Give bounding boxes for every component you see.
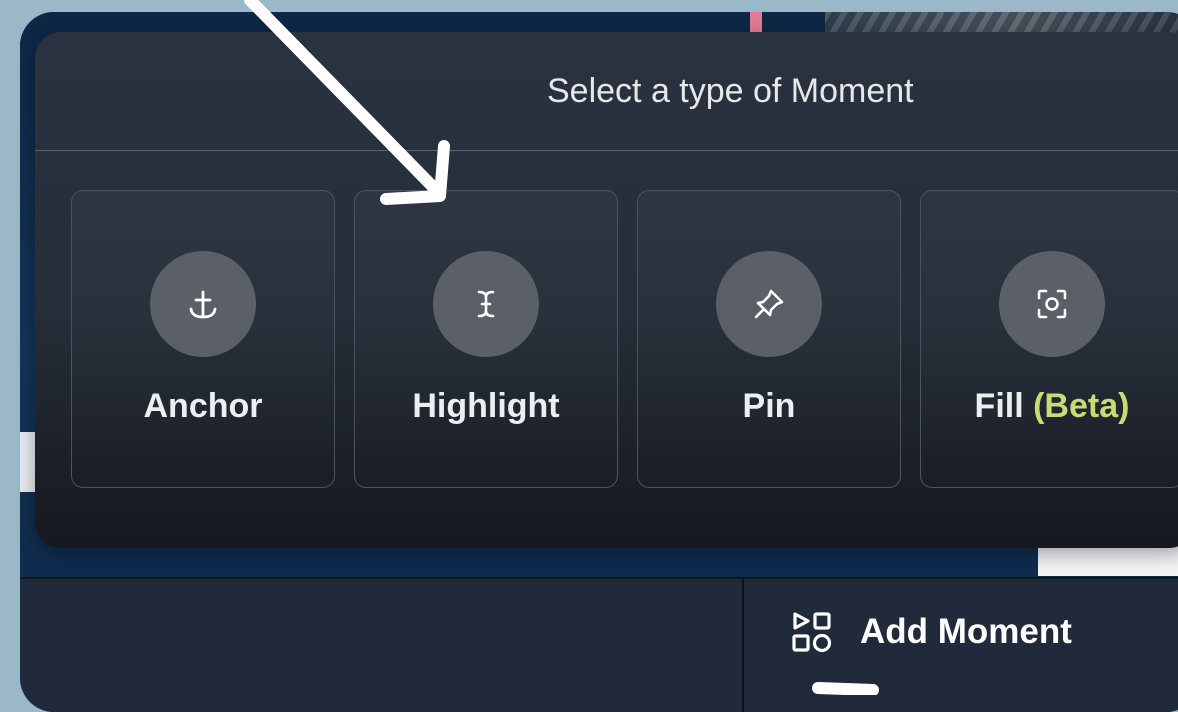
text-cursor-icon-badge xyxy=(433,251,539,357)
moment-type-pin[interactable]: Pin xyxy=(637,190,901,488)
popover-divider xyxy=(35,150,1178,151)
moment-type-label: Pin xyxy=(742,387,796,425)
anchor-icon xyxy=(189,290,217,319)
pin-icon-badge xyxy=(716,251,822,357)
pin-icon xyxy=(754,289,784,319)
popover-title: Select a type of Moment xyxy=(547,71,914,110)
moment-type-label: Highlight xyxy=(412,387,560,425)
anchor-icon-badge xyxy=(150,251,256,357)
moment-type-fill[interactable]: Fill (Beta) xyxy=(920,190,1178,488)
toolbar-divider xyxy=(742,577,744,712)
moment-type-anchor[interactable]: Anchor xyxy=(71,190,335,488)
moment-type-highlight[interactable]: Highlight xyxy=(354,190,618,488)
beta-badge: (Beta) xyxy=(1033,387,1130,425)
moment-type-label: Anchor xyxy=(143,387,263,425)
moment-type-popover: Select a type of Moment Anchor Highlight… xyxy=(35,32,1178,548)
add-moment-label: Add Moment xyxy=(860,612,1072,651)
add-moment-button[interactable]: Add Moment xyxy=(790,606,1072,658)
text-cursor-icon xyxy=(477,290,495,318)
moment-type-name: Fill xyxy=(974,387,1024,425)
shapes-icon xyxy=(792,612,832,653)
focus-icon xyxy=(1037,289,1067,319)
focus-icon-badge xyxy=(999,251,1105,357)
moment-type-label: Fill (Beta) xyxy=(921,387,1178,426)
